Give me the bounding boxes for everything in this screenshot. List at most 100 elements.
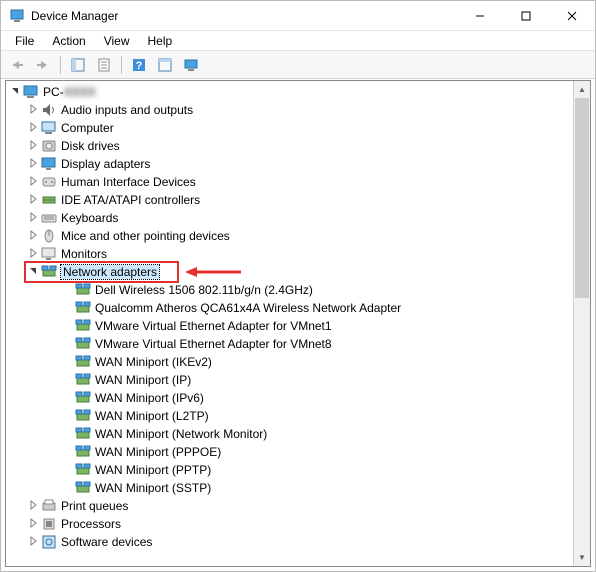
tree-item-label: WAN Miniport (IP) <box>95 373 191 387</box>
tree-item-label: Disk drives <box>61 139 120 153</box>
tree-device-item[interactable]: WAN Miniport (PPTP) <box>6 461 573 479</box>
expand-icon[interactable] <box>26 140 40 153</box>
keyboard-icon <box>41 210 57 226</box>
expand-icon[interactable] <box>26 194 40 207</box>
menu-help[interactable]: Help <box>140 32 181 50</box>
expand-icon[interactable] <box>26 212 40 225</box>
menu-view[interactable]: View <box>96 32 138 50</box>
expand-icon[interactable] <box>26 176 40 189</box>
scan-hardware-button[interactable] <box>153 54 177 76</box>
tree-category-software-devices[interactable]: Software devices <box>6 533 573 551</box>
scroll-track[interactable] <box>574 98 590 549</box>
properties-button[interactable] <box>92 54 116 76</box>
network-icon <box>75 282 91 298</box>
expand-icon[interactable] <box>26 248 40 261</box>
tree-item-label: WAN Miniport (SSTP) <box>95 481 211 495</box>
tree-device-item[interactable]: VMware Virtual Ethernet Adapter for VMne… <box>6 335 573 353</box>
hid-icon <box>41 174 57 190</box>
tree-item-label: Print queues <box>61 499 128 513</box>
tree-category-network-adapters[interactable]: Network adapters <box>6 263 573 281</box>
network-icon <box>75 300 91 316</box>
network-icon <box>75 336 91 352</box>
device-display-button[interactable] <box>179 54 203 76</box>
scroll-down-button[interactable]: ▼ <box>574 549 590 566</box>
collapse-icon[interactable] <box>8 86 22 99</box>
tree-category-computer[interactable]: Computer <box>6 119 573 137</box>
tree-device-item[interactable]: WAN Miniport (L2TP) <box>6 407 573 425</box>
tree-category-keyboards[interactable]: Keyboards <box>6 209 573 227</box>
back-button[interactable] <box>5 54 29 76</box>
tree-item-label: Qualcomm Atheros QCA61x4A Wireless Netwo… <box>95 301 401 315</box>
expand-icon[interactable] <box>26 104 40 117</box>
tree-item-label: Dell Wireless 1506 802.11b/g/n (2.4GHz) <box>95 283 313 297</box>
menu-file[interactable]: File <box>7 32 42 50</box>
expand-icon[interactable] <box>26 536 40 549</box>
tree-category-audio-inputs-and-outputs[interactable]: Audio inputs and outputs <box>6 101 573 119</box>
network-icon <box>75 426 91 442</box>
tree-item-label: Processors <box>61 517 121 531</box>
redacted-text: XXXX <box>64 85 96 99</box>
tree-device-item[interactable]: WAN Miniport (PPPOE) <box>6 443 573 461</box>
expand-icon[interactable] <box>26 500 40 513</box>
tree-category-monitors[interactable]: Monitors <box>6 245 573 263</box>
close-button[interactable] <box>549 1 595 30</box>
expand-icon[interactable] <box>26 122 40 135</box>
tree-device-item[interactable]: Qualcomm Atheros QCA61x4A Wireless Netwo… <box>6 299 573 317</box>
tree-category-processors[interactable]: Processors <box>6 515 573 533</box>
forward-button[interactable] <box>31 54 55 76</box>
tree-category-disk-drives[interactable]: Disk drives <box>6 137 573 155</box>
tree-category-print-queues[interactable]: Print queues <box>6 497 573 515</box>
maximize-button[interactable] <box>503 1 549 30</box>
minimize-button[interactable] <box>457 1 503 30</box>
software-icon <box>41 534 57 550</box>
tree-category-ide-ata-atapi-controllers[interactable]: IDE ATA/ATAPI controllers <box>6 191 573 209</box>
computer-root-icon <box>23 84 39 100</box>
show-hide-console-tree-button[interactable] <box>66 54 90 76</box>
tree-root[interactable]: PC-XXXX <box>6 83 573 101</box>
tree-item-label: IDE ATA/ATAPI controllers <box>61 193 200 207</box>
tree-device-item[interactable]: WAN Miniport (IP) <box>6 371 573 389</box>
computer-icon <box>41 120 57 136</box>
tree-device-item[interactable]: Dell Wireless 1506 802.11b/g/n (2.4GHz) <box>6 281 573 299</box>
tree-item-label: WAN Miniport (PPTP) <box>95 463 211 477</box>
menu-action[interactable]: Action <box>44 32 93 50</box>
tree-device-item[interactable]: WAN Miniport (SSTP) <box>6 479 573 497</box>
tree-category-display-adapters[interactable]: Display adapters <box>6 155 573 173</box>
scroll-up-button[interactable]: ▲ <box>574 81 590 98</box>
audio-icon <box>41 102 57 118</box>
disk-icon <box>41 138 57 154</box>
tree-device-item[interactable]: WAN Miniport (Network Monitor) <box>6 425 573 443</box>
tree-device-item[interactable]: VMware Virtual Ethernet Adapter for VMne… <box>6 317 573 335</box>
monitor-icon <box>41 246 57 262</box>
toolbar-separator <box>121 56 122 74</box>
tree-category-human-interface-devices[interactable]: Human Interface Devices <box>6 173 573 191</box>
network-icon <box>75 480 91 496</box>
app-icon <box>9 8 25 24</box>
network-icon <box>75 444 91 460</box>
cpu-icon <box>41 516 57 532</box>
scroll-thumb[interactable] <box>575 98 589 298</box>
network-icon <box>75 462 91 478</box>
tree-item-label: VMware Virtual Ethernet Adapter for VMne… <box>95 337 332 351</box>
tree-item-label: Keyboards <box>61 211 118 225</box>
mouse-icon <box>41 228 57 244</box>
network-icon <box>75 354 91 370</box>
menubar: File Action View Help <box>1 31 595 51</box>
expand-icon[interactable] <box>26 230 40 243</box>
tree-item-label: Human Interface Devices <box>61 175 196 189</box>
tree-device-item[interactable]: WAN Miniport (IKEv2) <box>6 353 573 371</box>
tree-category-mice-and-other-pointing-devices[interactable]: Mice and other pointing devices <box>6 227 573 245</box>
tree-item-label: PC- <box>43 85 64 99</box>
ide-icon <box>41 192 57 208</box>
vertical-scrollbar[interactable]: ▲ ▼ <box>573 81 590 566</box>
expand-icon[interactable] <box>26 158 40 171</box>
content-pane: PC-XXXX Audio inputs and outputs Computer D… <box>5 80 591 567</box>
tree-item-label: WAN Miniport (L2TP) <box>95 409 209 423</box>
expand-icon[interactable] <box>26 518 40 531</box>
tree-item-label: Audio inputs and outputs <box>61 103 193 117</box>
collapse-icon[interactable] <box>26 266 40 279</box>
display-icon <box>41 156 57 172</box>
help-button[interactable]: ? <box>127 54 151 76</box>
tree-device-item[interactable]: WAN Miniport (IPv6) <box>6 389 573 407</box>
device-tree[interactable]: PC-XXXX Audio inputs and outputs Computer D… <box>6 81 573 566</box>
